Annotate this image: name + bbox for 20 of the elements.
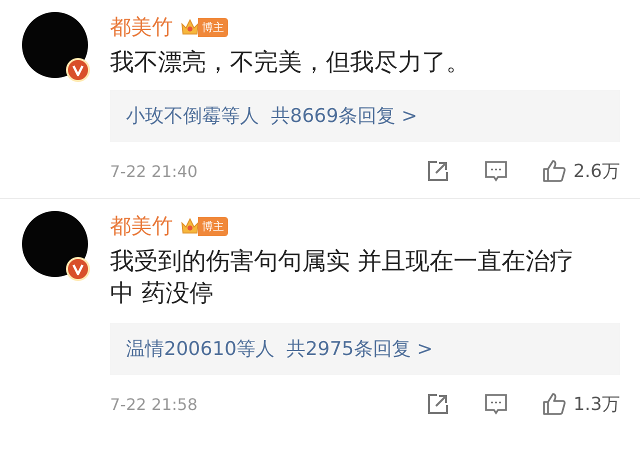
replies-link[interactable]: 小玫不倒霉等人 共8669条回复 >	[110, 90, 620, 142]
reply-users: 小玫不倒霉等人	[126, 104, 259, 129]
like-count: 1.3万	[573, 393, 620, 416]
comment-time: 7-22 21:40	[110, 162, 199, 180]
thumbs-up-icon[interactable]	[541, 158, 568, 184]
like-count: 2.6万	[573, 160, 620, 183]
reply-count: 共2975条回复 >	[286, 337, 433, 362]
author-name[interactable]: 都美竹	[110, 212, 173, 240]
comment-text: 我受到的伤害句句属实 并且现在一直在治疗中 药没停	[110, 246, 575, 309]
replies-link[interactable]: 温情200610等人 共2975条回复 >	[110, 323, 620, 375]
comment-time: 7-22 21:58	[110, 394, 199, 414]
comment-icon[interactable]	[483, 391, 510, 417]
thumbs-up-icon[interactable]	[541, 391, 568, 417]
author-name[interactable]: 都美竹	[110, 13, 173, 41]
reply-users: 温情200610等人	[126, 337, 275, 362]
author-badge: 博主	[198, 18, 228, 36]
comment-icon[interactable]	[483, 158, 510, 184]
reply-count: 共8669条回复 >	[271, 104, 418, 129]
author-badge: 博主	[198, 216, 228, 236]
comment-text: 我不漂亮，不完美，但我尽力了。	[110, 47, 471, 78]
